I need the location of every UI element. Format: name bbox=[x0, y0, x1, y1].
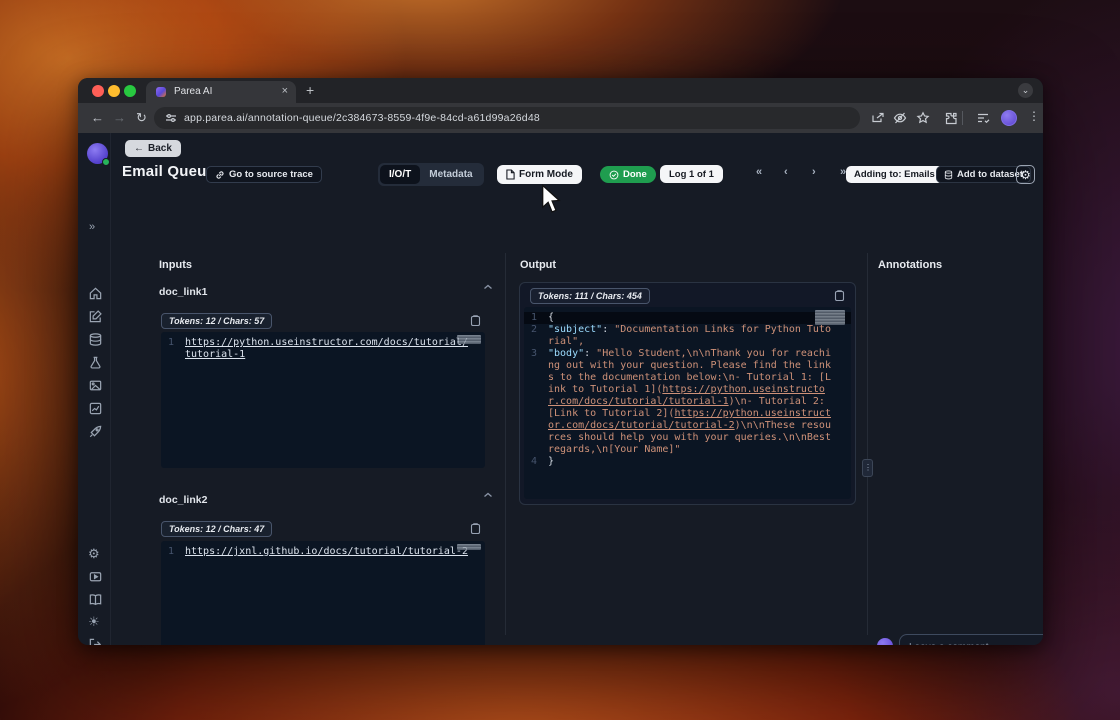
sidebar-item-datasets[interactable] bbox=[88, 332, 103, 347]
dataset-icon bbox=[944, 170, 953, 180]
done-label: Done bbox=[623, 169, 647, 180]
link-icon bbox=[215, 170, 225, 180]
inputs-output-divider bbox=[505, 253, 506, 635]
sidebar-item-home[interactable] bbox=[88, 286, 103, 301]
next-log-button[interactable]: › bbox=[812, 166, 816, 178]
field-label-doc-link2: doc_link2 bbox=[159, 494, 207, 506]
done-button[interactable]: Done bbox=[600, 166, 656, 183]
back-arrow-icon: ← bbox=[134, 143, 144, 154]
toolbar-divider bbox=[962, 111, 963, 125]
browser-menu-icon[interactable]: ⋮ bbox=[1028, 109, 1040, 123]
output-heading: Output bbox=[520, 259, 556, 271]
close-window-button[interactable] bbox=[92, 85, 104, 97]
copy-icon[interactable] bbox=[470, 314, 481, 326]
prev-log-button[interactable]: ‹ bbox=[784, 166, 788, 178]
tutorials-video-icon[interactable] bbox=[88, 569, 103, 584]
url-text: app.parea.ai/annotation-queue/2c384673-8… bbox=[184, 112, 540, 124]
browser-tabstrip: Parea AI × + ⌄ bbox=[78, 78, 1043, 103]
reload-icon[interactable]: ↻ bbox=[136, 110, 147, 126]
form-mode-button[interactable]: Form Mode bbox=[497, 165, 582, 184]
browser-tab-parea[interactable]: Parea AI × bbox=[146, 81, 296, 103]
sidebar-item-experiments[interactable] bbox=[88, 355, 103, 370]
add-to-dataset-label: Add to dataset bbox=[957, 169, 1023, 180]
new-tab-button[interactable]: + bbox=[306, 82, 314, 98]
editor-minimap bbox=[457, 544, 481, 550]
sidebar-item-evaluations[interactable] bbox=[88, 401, 103, 416]
sidebar-expand-icon[interactable]: » bbox=[89, 221, 95, 233]
panel-resize-handle[interactable]: ⋮ bbox=[862, 459, 873, 477]
minimize-window-button[interactable] bbox=[108, 85, 120, 97]
settings-gear-icon[interactable]: ⚙ bbox=[88, 547, 100, 560]
back-nav-icon[interactable]: ← bbox=[91, 110, 104, 125]
comment-input[interactable] bbox=[909, 642, 1039, 645]
go-to-source-trace-button[interactable]: Go to source trace bbox=[206, 166, 322, 183]
queue-settings-button[interactable]: ⚙ bbox=[1016, 165, 1035, 184]
address-bar[interactable]: app.parea.ai/annotation-queue/2c384673-8… bbox=[154, 107, 860, 129]
app-sidebar: » ⚙ ☀ bbox=[78, 133, 111, 645]
inputs-heading: Inputs bbox=[159, 259, 192, 271]
tokens-badge-output: Tokens: 111 / Chars: 454 bbox=[530, 288, 650, 304]
extensions-puzzle-icon[interactable] bbox=[944, 111, 958, 125]
browser-toolbar: ← → ↻ app.parea.ai/annotation-queue/2c38… bbox=[78, 103, 1043, 133]
bookmark-star-icon[interactable] bbox=[916, 111, 930, 125]
tokens-badge-doc-link1: Tokens: 12 / Chars: 57 bbox=[161, 313, 272, 329]
org-avatar[interactable] bbox=[87, 143, 108, 164]
user-avatar bbox=[877, 638, 893, 645]
tab-favicon bbox=[156, 87, 166, 97]
collapse-chevron-icon[interactable] bbox=[483, 491, 493, 499]
first-log-button[interactable]: « bbox=[756, 166, 762, 178]
forward-nav-icon[interactable]: → bbox=[113, 110, 126, 125]
view-mode-tabs: I/O/T Metadata bbox=[378, 163, 484, 186]
doc-link2-editor[interactable]: 1https://jxnl.github.io/docs/tutorial/tu… bbox=[161, 541, 485, 645]
tab-metadata[interactable]: Metadata bbox=[420, 165, 481, 184]
send-to-device-icon[interactable] bbox=[871, 111, 885, 125]
back-button[interactable]: ← Back bbox=[125, 140, 181, 157]
output-card: Tokens: 111 / Chars: 454 1{2"subject": "… bbox=[519, 282, 856, 505]
theme-sun-icon[interactable]: ☀ bbox=[88, 615, 100, 628]
comment-box: Submit bbox=[899, 634, 1043, 645]
app-main: ← Back Email Queue Go to source trace I/… bbox=[111, 133, 1043, 645]
sidebar-item-playground[interactable] bbox=[88, 378, 103, 393]
eye-off-icon[interactable] bbox=[893, 111, 907, 125]
sidebar-item-logs[interactable] bbox=[88, 309, 103, 324]
browser-profile-avatar[interactable] bbox=[1001, 110, 1017, 126]
reading-list-icon[interactable] bbox=[976, 111, 990, 125]
editor-minimap bbox=[815, 310, 845, 325]
docs-book-icon[interactable] bbox=[88, 592, 103, 607]
tab-title: Parea AI bbox=[174, 86, 212, 97]
tab-search-button[interactable]: ⌄ bbox=[1018, 83, 1033, 98]
browser-window: Parea AI × + ⌄ ← → ↻ app.parea.ai/annota… bbox=[78, 78, 1043, 645]
output-annotations-divider bbox=[867, 253, 868, 635]
copy-icon[interactable] bbox=[470, 522, 481, 534]
sidebar-item-deployments[interactable] bbox=[88, 424, 103, 439]
annotations-heading: Annotations bbox=[878, 259, 942, 271]
check-circle-icon bbox=[609, 170, 619, 180]
source-trace-label: Go to source trace bbox=[229, 169, 313, 180]
doc-link1-editor[interactable]: 1https://python.useinstructor.com/docs/t… bbox=[161, 332, 485, 468]
field-label-doc-link1: doc_link1 bbox=[159, 286, 207, 298]
output-editor[interactable]: 1{2"subject": "Documentation Links for P… bbox=[524, 307, 851, 499]
editor-minimap bbox=[457, 335, 481, 344]
status-dot bbox=[102, 158, 110, 166]
back-label: Back bbox=[148, 143, 172, 154]
site-settings-icon[interactable] bbox=[165, 112, 177, 124]
page-title: Email Queue bbox=[122, 163, 215, 180]
zoom-window-button[interactable] bbox=[124, 85, 136, 97]
copy-icon[interactable] bbox=[834, 289, 845, 301]
collapse-chevron-icon[interactable] bbox=[483, 283, 493, 291]
document-icon bbox=[506, 169, 515, 180]
tab-close-icon[interactable]: × bbox=[282, 85, 288, 97]
tokens-badge-doc-link2: Tokens: 12 / Chars: 47 bbox=[161, 521, 272, 537]
logout-icon[interactable] bbox=[88, 637, 103, 645]
adding-to-emails-button[interactable]: Adding to: Emails bbox=[846, 166, 943, 183]
tab-iot[interactable]: I/O/T bbox=[380, 165, 420, 184]
desktop-background: Parea AI × + ⌄ ← → ↻ app.parea.ai/annota… bbox=[0, 0, 1120, 720]
log-counter-button[interactable]: Log 1 of 1 bbox=[660, 165, 723, 183]
mouse-cursor bbox=[540, 184, 562, 219]
form-mode-label: Form Mode bbox=[519, 169, 573, 180]
